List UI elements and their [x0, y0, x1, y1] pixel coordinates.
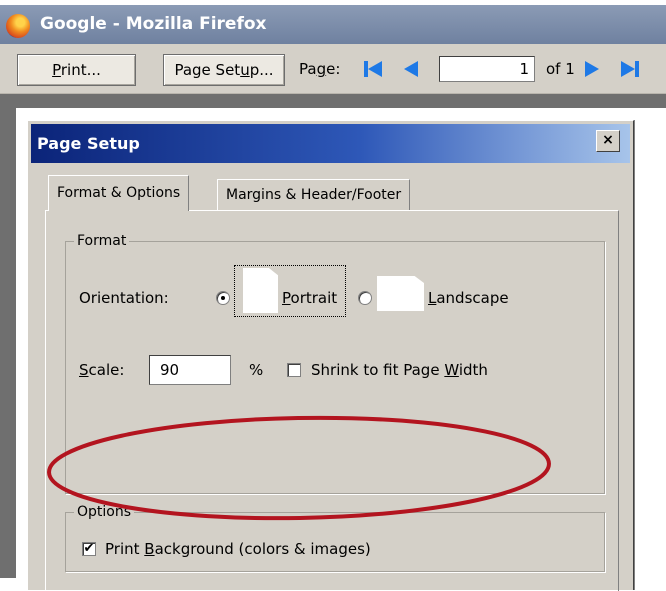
page-setup-label-key: u: [240, 61, 250, 79]
window-titlebar: Google - Mozilla Firefox: [0, 5, 666, 44]
close-icon: ×: [602, 132, 614, 148]
landscape-label-rest: andscape: [436, 289, 509, 307]
tab-panel-format-options: Format Orientation: Portrait Landscape S…: [45, 210, 619, 591]
dialog-titlebar: Page Setup ×: [31, 124, 630, 163]
portrait-label-rest: ortrait: [290, 289, 338, 307]
page-label-suffix: e:: [326, 60, 341, 78]
print-label-key: P: [52, 61, 61, 79]
options-group: Options ✔ Print Background (colors & ima…: [65, 504, 605, 572]
format-group: Format Orientation: Portrait Landscape S…: [65, 233, 605, 494]
print-label-suffix: rint...: [60, 61, 101, 79]
print-background-label[interactable]: Print Background (colors & images): [105, 540, 371, 558]
portrait-radio[interactable]: [216, 291, 230, 305]
portrait-label[interactable]: Portrait: [282, 289, 337, 307]
page-setup-button[interactable]: Page Setup...: [163, 54, 285, 86]
landscape-page-icon[interactable]: [377, 276, 424, 311]
shrink-label-suffix: idth: [458, 361, 488, 379]
first-page-icon[interactable]: [364, 61, 382, 77]
page-label: Page:: [299, 60, 340, 78]
orientation-label: Orientation:: [79, 289, 169, 307]
print-bg-label-key: B: [144, 540, 155, 558]
percent-label: %: [249, 361, 264, 379]
preview-frame-left: [0, 94, 16, 578]
next-page-icon[interactable]: [583, 61, 601, 77]
page-setup-label-suffix: p...: [249, 61, 274, 79]
scale-label-rest: cale:: [88, 361, 125, 379]
firefox-window: Google - Mozilla Firefox Print... Page S…: [0, 0, 666, 591]
page-setup-label-prefix: Page Set: [174, 61, 241, 79]
landscape-radio[interactable]: [358, 291, 372, 305]
firefox-logo-icon: [6, 14, 30, 38]
format-legend: Format: [74, 233, 130, 249]
page-count-text: of 1: [546, 60, 575, 78]
dialog-title: Page Setup: [37, 134, 140, 153]
portrait-page-icon[interactable]: [243, 268, 278, 313]
print-button[interactable]: Print...: [17, 54, 136, 86]
shrink-to-fit-checkbox[interactable]: [287, 363, 301, 377]
tab-margins-header-footer[interactable]: Margins & Header/Footer: [217, 179, 411, 211]
print-bg-label-suffix: ackground (colors & images): [154, 540, 371, 558]
page-setup-dialog: Page Setup × Format & Options Margins & …: [27, 120, 634, 591]
scale-label-key: S: [79, 361, 89, 379]
tab-format-options[interactable]: Format & Options: [48, 175, 190, 211]
page-label-key: g: [316, 60, 327, 78]
scale-input[interactable]: [149, 355, 231, 385]
shrink-label-key: W: [444, 361, 459, 379]
page-number-input[interactable]: [439, 56, 535, 82]
last-page-icon[interactable]: [621, 61, 639, 77]
page-label-prefix: Pa: [299, 60, 317, 78]
window-title: Google - Mozilla Firefox: [40, 14, 267, 34]
portrait-label-key: P: [282, 289, 291, 307]
shrink-label-prefix: Shrink to fit Page: [311, 361, 445, 379]
print-preview-toolbar: Print... Page Setup... Page: of 1: [0, 44, 666, 94]
print-bg-label-prefix: Print: [105, 540, 145, 558]
shrink-to-fit-label[interactable]: Shrink to fit Page Width: [311, 361, 488, 379]
preview-frame-top: [0, 94, 666, 108]
landscape-label[interactable]: Landscape: [428, 289, 509, 307]
print-background-checkbox[interactable]: ✔: [82, 542, 96, 556]
close-button[interactable]: ×: [596, 130, 620, 152]
options-legend: Options: [74, 504, 135, 520]
previous-page-icon[interactable]: [402, 61, 420, 77]
checkmark-icon: ✔: [83, 541, 95, 556]
scale-label: Scale:: [79, 361, 124, 379]
